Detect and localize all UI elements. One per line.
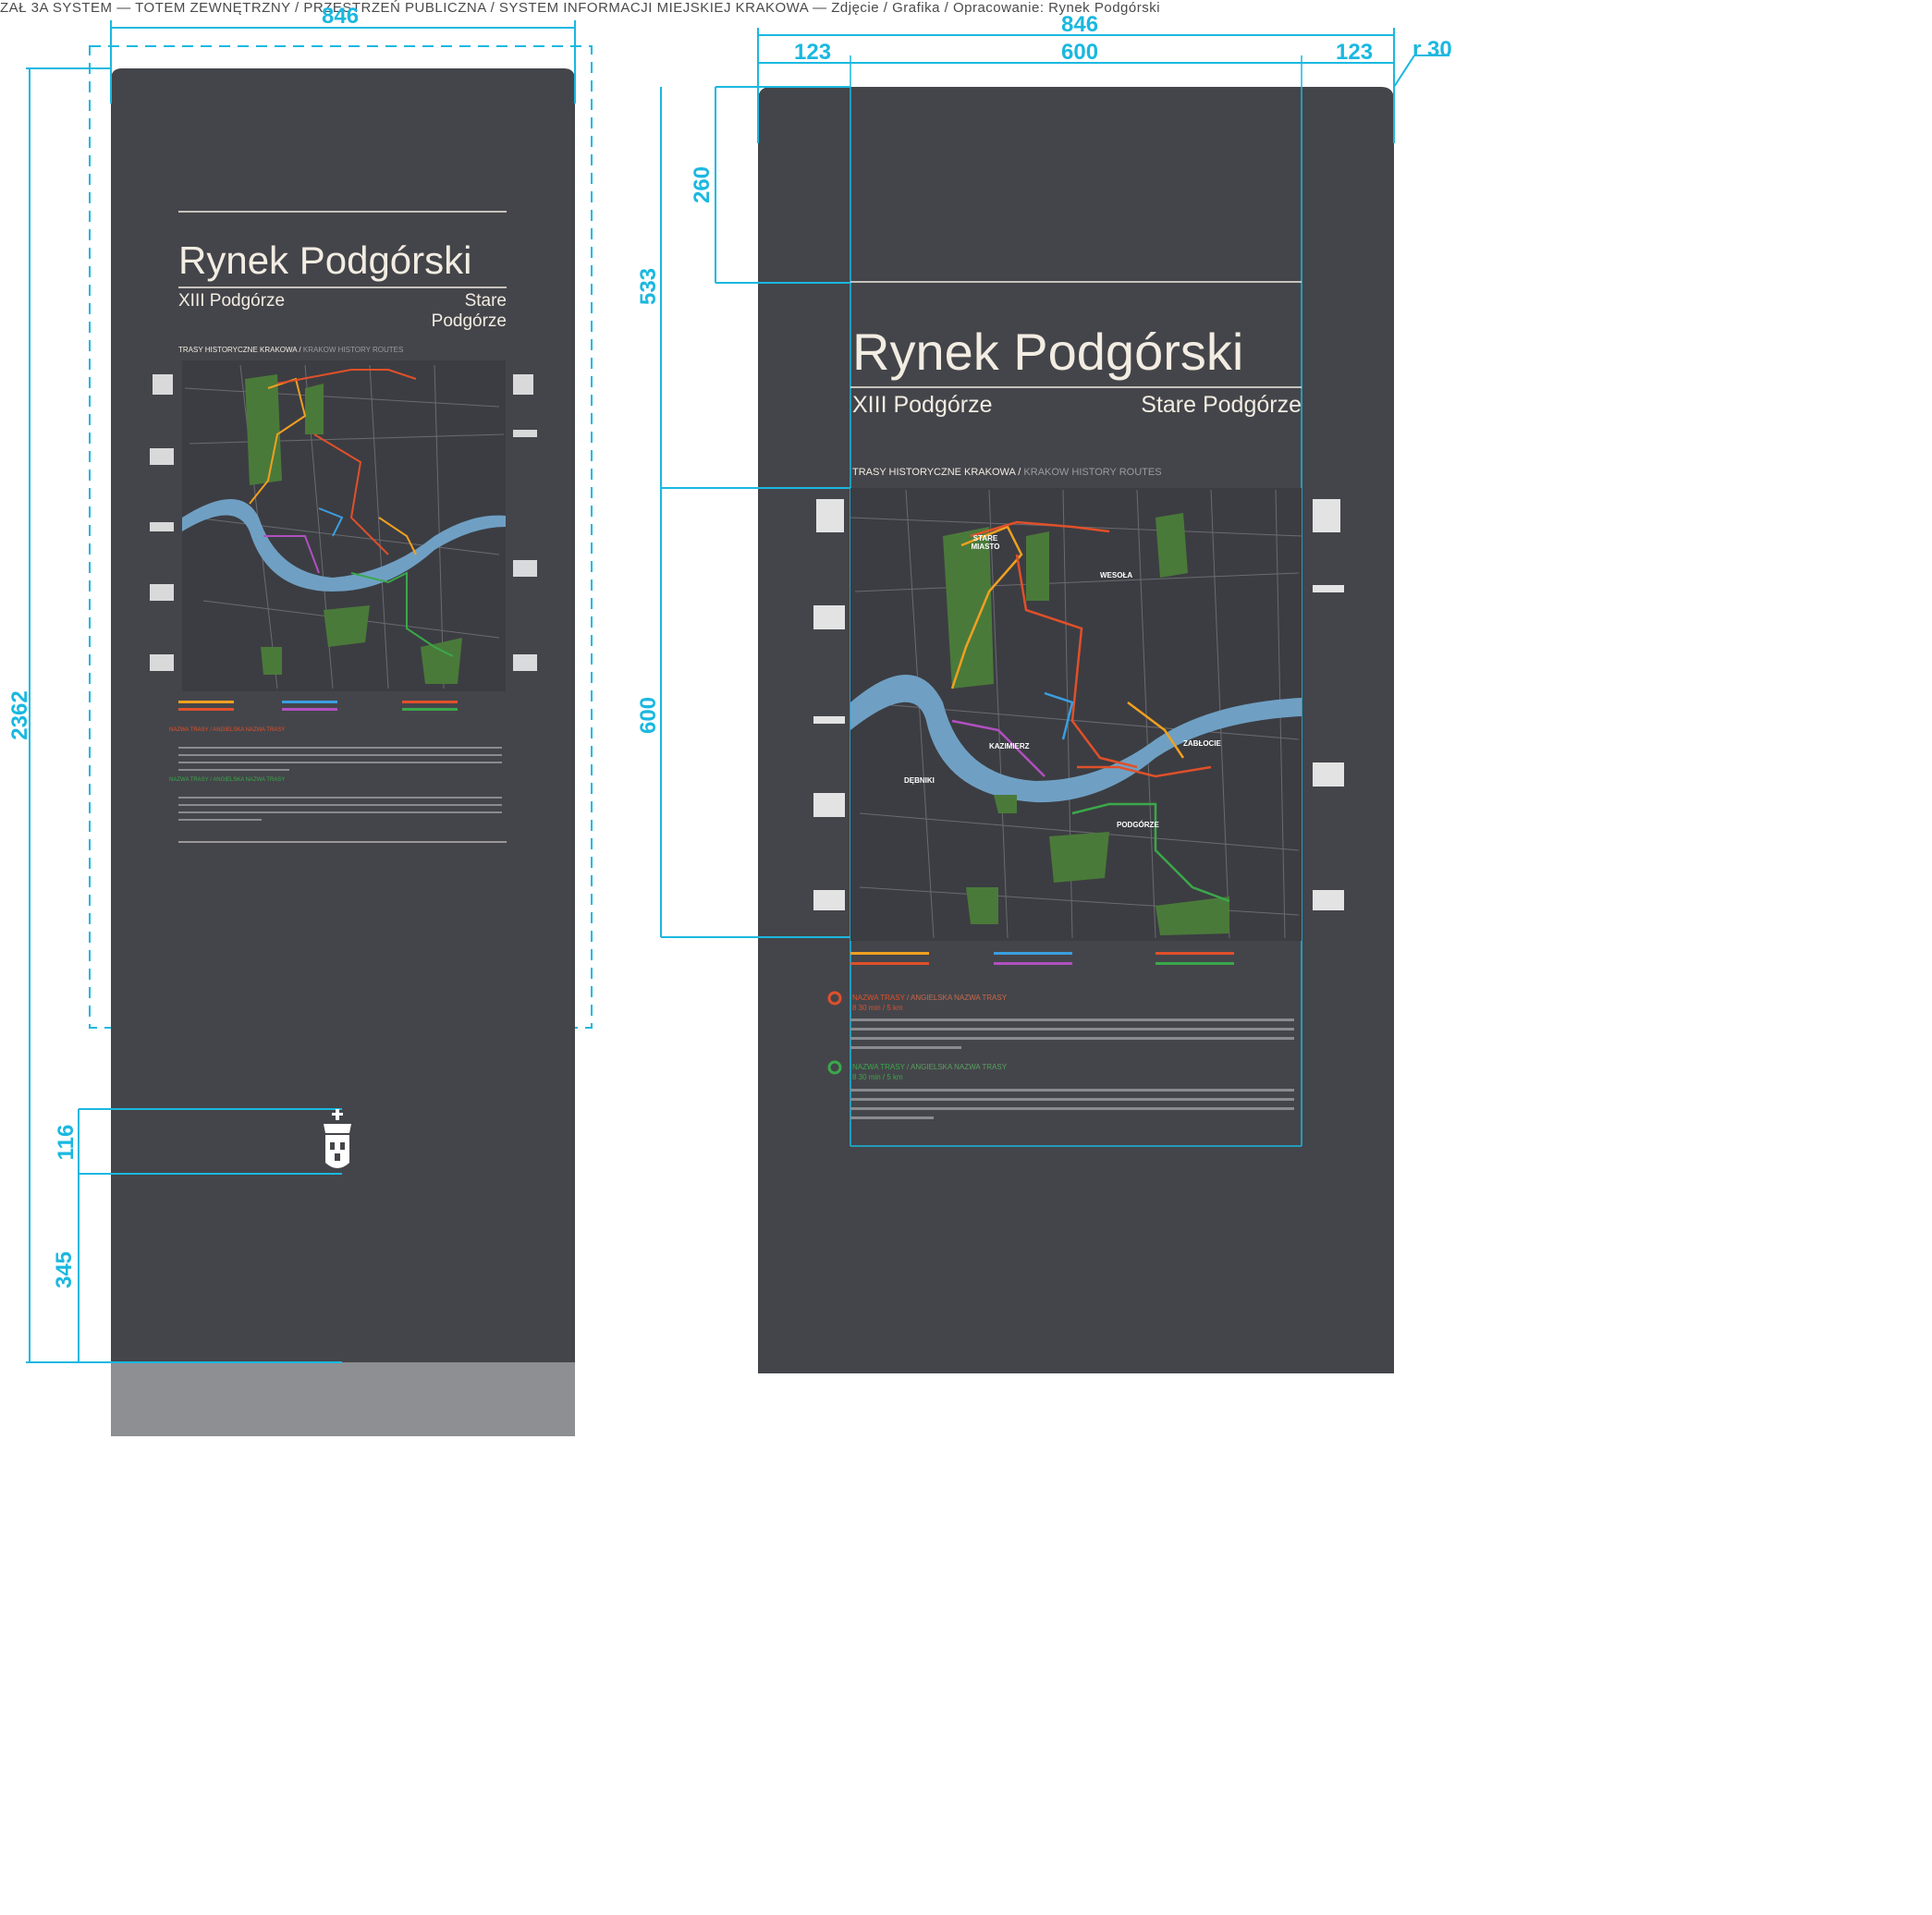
left-width-label: 846 xyxy=(322,4,360,29)
right-top-to-rule-label: 260 xyxy=(690,165,715,204)
right-top-to-map-label: 533 xyxy=(636,267,661,306)
left-sign-district: XIII Podgórze xyxy=(178,291,286,311)
right-sign-title: Rynek Podgórski xyxy=(852,323,1244,381)
map-label-stare-miasto: STARE MIASTO xyxy=(971,534,1000,551)
right-elevation xyxy=(660,28,1449,1373)
right-route1-meta: 8 30 min / 5 km xyxy=(852,1004,903,1012)
crest-bottom-label: 345 xyxy=(52,1250,77,1289)
left-route2-title: NAZWA TRASY / ANGIELSKA NAZWA TRASY xyxy=(169,777,286,783)
right-route2-title: NAZWA TRASY / ANGIELSKA NAZWA TRASY xyxy=(852,1063,1008,1071)
left-sign-area: Stare Podgórze xyxy=(431,291,507,331)
left-sign-title: Rynek Podgórski xyxy=(178,238,472,282)
left-routes-heading: TRASY HISTORYCZNE KRAKOWA / KRAKOW HISTO… xyxy=(178,346,404,354)
right-sign-district: XIII Podgórze xyxy=(852,392,993,418)
map-label-kazimierz: KAZIMIERZ xyxy=(989,742,1030,750)
right-routes-heading: TRASY HISTORYCZNE KRAKOWA / KRAKOW HISTO… xyxy=(852,467,1162,478)
left-height-label: 2362 xyxy=(7,690,32,740)
map-label-podgorze: PODGÓRZE xyxy=(1117,821,1159,829)
right-map-height-label: 600 xyxy=(636,696,661,735)
map-label-wesola: WESOŁA xyxy=(1100,571,1133,579)
map-label-debniki: DĘBNIKI xyxy=(904,776,935,785)
right-sign-area: Stare Podgórze xyxy=(1141,392,1302,418)
right-margin-right-label: 123 xyxy=(1336,40,1374,65)
crest-height-label: 116 xyxy=(54,1124,79,1161)
left-route1-title: NAZWA TRASY / ANGIELSKA NAZWA TRASY xyxy=(169,727,286,733)
left-pylon-base xyxy=(111,1362,575,1436)
right-route2-meta: 8 30 min / 5 km xyxy=(852,1073,903,1081)
right-radius-label: r 30 xyxy=(1412,37,1452,62)
right-margin-left-label: 123 xyxy=(794,40,832,65)
right-route1-title: NAZWA TRASY / ANGIELSKA NAZWA TRASY xyxy=(852,994,1008,1002)
right-width-label: 846 xyxy=(1061,12,1099,37)
map-label-zablocie: ZABŁOCIE xyxy=(1183,739,1221,748)
right-content-width-label: 600 xyxy=(1061,40,1099,65)
